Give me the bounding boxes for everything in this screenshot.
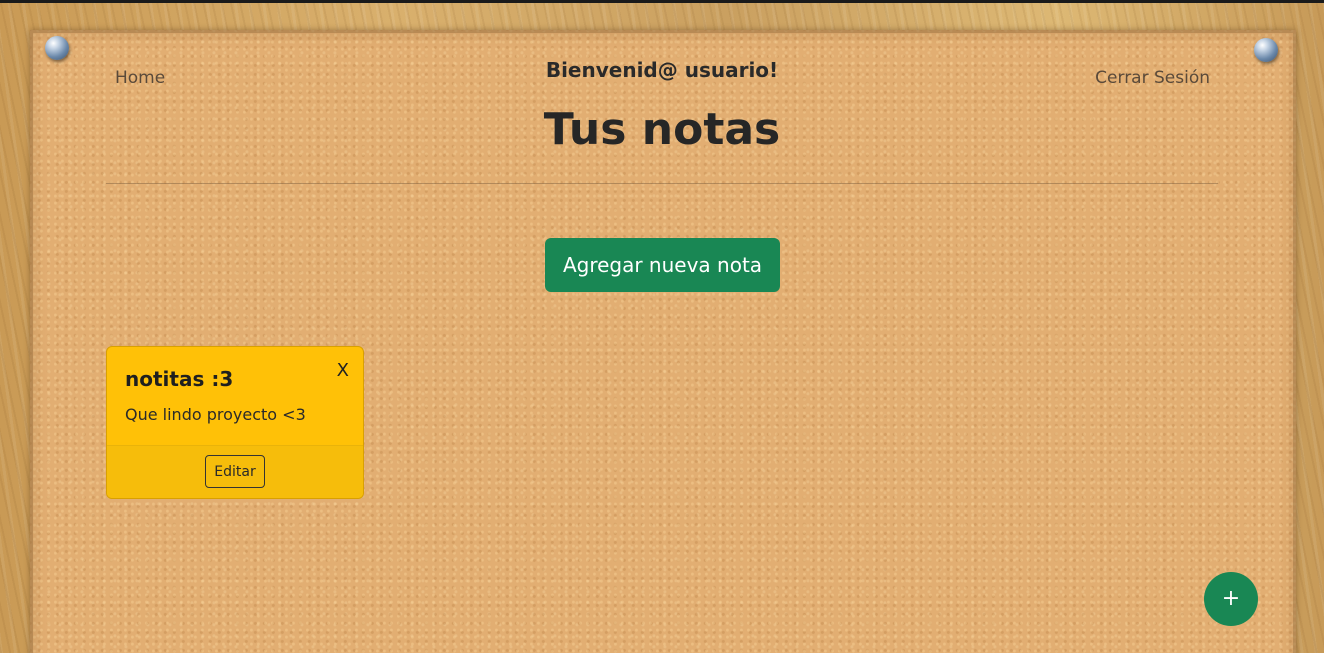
plus-icon[interactable]: + [1204, 572, 1258, 626]
note-card: notitas :3 X Que lindo proyecto <3 Edita… [106, 346, 364, 499]
logout-link[interactable]: Cerrar Sesión [1095, 68, 1210, 88]
delete-note-button[interactable]: X [337, 360, 349, 381]
edit-note-button[interactable]: Editar [205, 455, 265, 488]
note-footer: Editar [107, 445, 363, 498]
pushpin-icon [45, 36, 69, 60]
header-divider [106, 183, 1218, 184]
note-body: Que lindo proyecto <3 [125, 405, 306, 424]
note-title: notitas :3 [125, 367, 234, 391]
page-title: Tus notas [543, 104, 781, 155]
add-note-button[interactable]: Agregar nueva nota [545, 238, 780, 292]
window-top-edge [0, 0, 1324, 3]
